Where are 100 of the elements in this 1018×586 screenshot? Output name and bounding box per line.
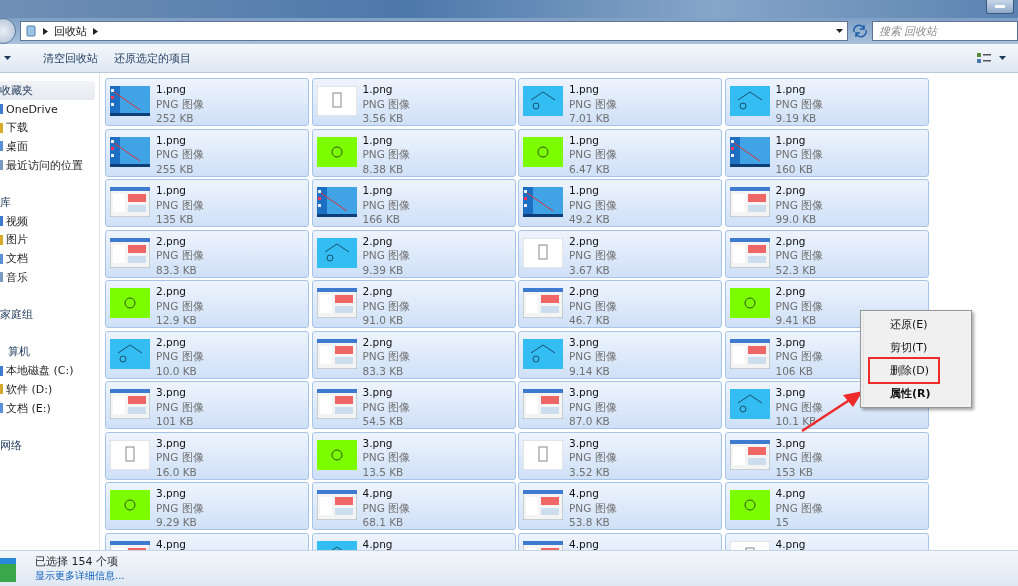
sidebar-item[interactable]: 文档 (E:) [0,398,99,418]
file-size: 49.2 KB [569,212,611,227]
file-name: 4.png [775,536,806,550]
file-tile[interactable]: 1.png PNG 图像 160 KB [724,128,929,177]
address-bar[interactable]: 回收站 [20,21,848,41]
file-type: PNG 图像 [362,450,411,465]
file-tile[interactable]: 3.png PNG 图像 153 KB [724,431,929,480]
sidebar-item[interactable]: 桌面 [0,137,99,156]
file-tile[interactable]: 1.png PNG 图像 135 KB [105,179,309,227]
file-name: 3.png [569,385,600,400]
file-name: 2.png [156,334,187,349]
file-tile[interactable]: 4.png [724,532,929,550]
file-tile[interactable]: 2.png PNG 图像 10.0 KB [105,330,309,379]
details-link[interactable]: 显示更多详细信息... [35,568,125,583]
file-name: 1.png [569,132,600,147]
file-tile[interactable]: 2.png PNG 图像 9.39 KB [311,229,516,278]
file-tile[interactable]: 3.png PNG 图像 54.5 KB [311,381,516,429]
breadcrumb[interactable]: 回收站 [54,23,87,39]
file-tile[interactable]: 1.png PNG 图像 8.38 KB [311,128,516,177]
file-size: 106 KB [775,363,814,378]
menu-item[interactable]: 属性(R) [863,382,969,405]
sidebar-item[interactable]: 最近访问的位置 [0,155,99,175]
file-size: 83.3 KB [362,363,405,378]
file-tile[interactable]: 2.png PNG 图像 46.7 KB [518,280,722,328]
file-type: PNG 图像 [156,500,204,515]
file-type: PNG 图像 [569,349,617,364]
file-tile[interactable]: 4.png PNG 图像 53.8 KB [518,482,722,530]
file-name: 3.png [362,385,394,400]
file-name: 1.png [156,183,187,198]
file-tile[interactable]: 2.png PNG 图像 3.67 KB [518,229,722,278]
sidebar-item[interactable]: 文档 [0,249,99,268]
file-type: PNG 图像 [569,96,617,111]
file-tile[interactable]: 3.png PNG 图像 3.52 KB [518,431,722,480]
file-name: 2.png [362,334,394,349]
sidebar-heading[interactable]: 库 [0,193,95,212]
file-tile[interactable]: 2.png PNG 图像 99.0 KB [724,179,929,227]
dropdown-icon[interactable] [4,56,11,60]
file-tile[interactable]: 3.png PNG 图像 9.29 KB [105,482,309,530]
file-tile[interactable]: 2.png PNG 图像 83.3 KB [311,330,516,379]
file-name: 3.png [775,385,807,400]
file-tile[interactable]: 4.png [311,532,516,550]
file-type: PNG 图像 [775,298,824,313]
file-type: PNG 图像 [569,147,617,162]
search-field[interactable]: 搜索 回收站 [872,21,1018,41]
toolbar-button[interactable]: 还原选定的项目 [106,46,199,70]
file-name: 4.png [569,536,599,550]
file-size: 12.9 KB [156,313,198,328]
chevron-icon [93,27,98,35]
file-tile[interactable]: 2.png PNG 图像 91.0 KB [311,280,516,328]
minimize-button[interactable] [986,0,1014,14]
file-tile[interactable]: 1.png PNG 图像 6.47 KB [518,128,722,177]
sidebar-item[interactable]: 下载 [0,118,99,138]
sidebar-item[interactable]: 视频 [0,211,99,231]
file-name: 4.png [156,536,186,550]
file-tile[interactable]: 2.png PNG 图像 52.3 KB [724,229,929,278]
view-options-icon[interactable] [977,52,991,64]
file-tile[interactable]: 4.png [518,532,722,550]
file-tile[interactable]: 1.png PNG 图像 49.2 KB [518,179,722,227]
sidebar-heading[interactable]: 算机 [0,342,95,362]
selection-count: 已选择 154 个项 [35,554,119,569]
file-tile[interactable]: 1.png PNG 图像 255 KB [105,128,309,177]
file-size: 9.39 KB [362,262,405,277]
file-tile[interactable]: 3.png PNG 图像 9.14 KB [518,330,722,379]
sidebar-heading[interactable]: 收藏夹 [0,81,95,100]
file-name: 2.png [775,284,807,299]
file-tile[interactable]: 1.png PNG 图像 9.19 KB [724,78,929,126]
menu-item[interactable]: 还原(E) [863,313,969,336]
file-size: 252 KB [156,111,195,126]
file-tile[interactable]: 3.png PNG 图像 87.0 KB [518,381,722,429]
file-tile[interactable]: 4.png [105,532,309,550]
file-type: PNG 图像 [569,500,617,515]
file-tile[interactable]: 1.png PNG 图像 7.01 KB [518,78,722,126]
file-tile[interactable]: 3.png PNG 图像 101 KB [105,381,309,429]
file-tile[interactable]: 3.png PNG 图像 13.5 KB [311,431,516,480]
file-tile[interactable]: 2.png PNG 图像 83.3 KB [105,229,309,278]
file-name: 2.png [569,233,600,248]
file-type: PNG 图像 [362,399,411,414]
file-tile[interactable]: 4.png PNG 图像 68.1 KB [311,482,516,530]
file-tile[interactable]: 3.png PNG 图像 16.0 KB [105,431,309,480]
file-size: 8.38 KB [362,161,405,176]
sidebar-item[interactable]: 图片 [0,230,99,250]
file-type: PNG 图像 [156,197,204,212]
sidebar-heading[interactable]: 网络 [0,436,95,455]
sidebar-item[interactable]: 本地磁盘 (C:) [0,361,99,380]
sidebar-item[interactable]: OneDrive [0,99,99,119]
menu-item[interactable]: 剪切(T) [863,336,969,359]
file-tile[interactable]: 1.png PNG 图像 252 KB [105,78,309,126]
file-type: PNG 图像 [156,96,204,111]
sidebar-heading[interactable]: 家庭组 [0,305,95,324]
file-tile[interactable]: 2.png PNG 图像 12.9 KB [105,280,309,328]
file-tile[interactable]: 4.png PNG 图像 15 [724,482,929,530]
menu-item[interactable]: 删除(D) [863,359,969,382]
file-tile[interactable]: 1.png PNG 图像 166 KB [311,179,516,227]
sidebar-item[interactable]: 软件 (D:) [0,380,99,399]
sidebar-item[interactable]: 音乐 [0,267,99,287]
refresh-icon[interactable] [852,24,868,38]
dropdown-icon[interactable] [999,56,1006,60]
dropdown-icon[interactable] [836,29,843,33]
toolbar-button[interactable]: 清空回收站 [35,46,106,70]
file-tile[interactable]: 1.png PNG 图像 3.56 KB [311,78,516,126]
